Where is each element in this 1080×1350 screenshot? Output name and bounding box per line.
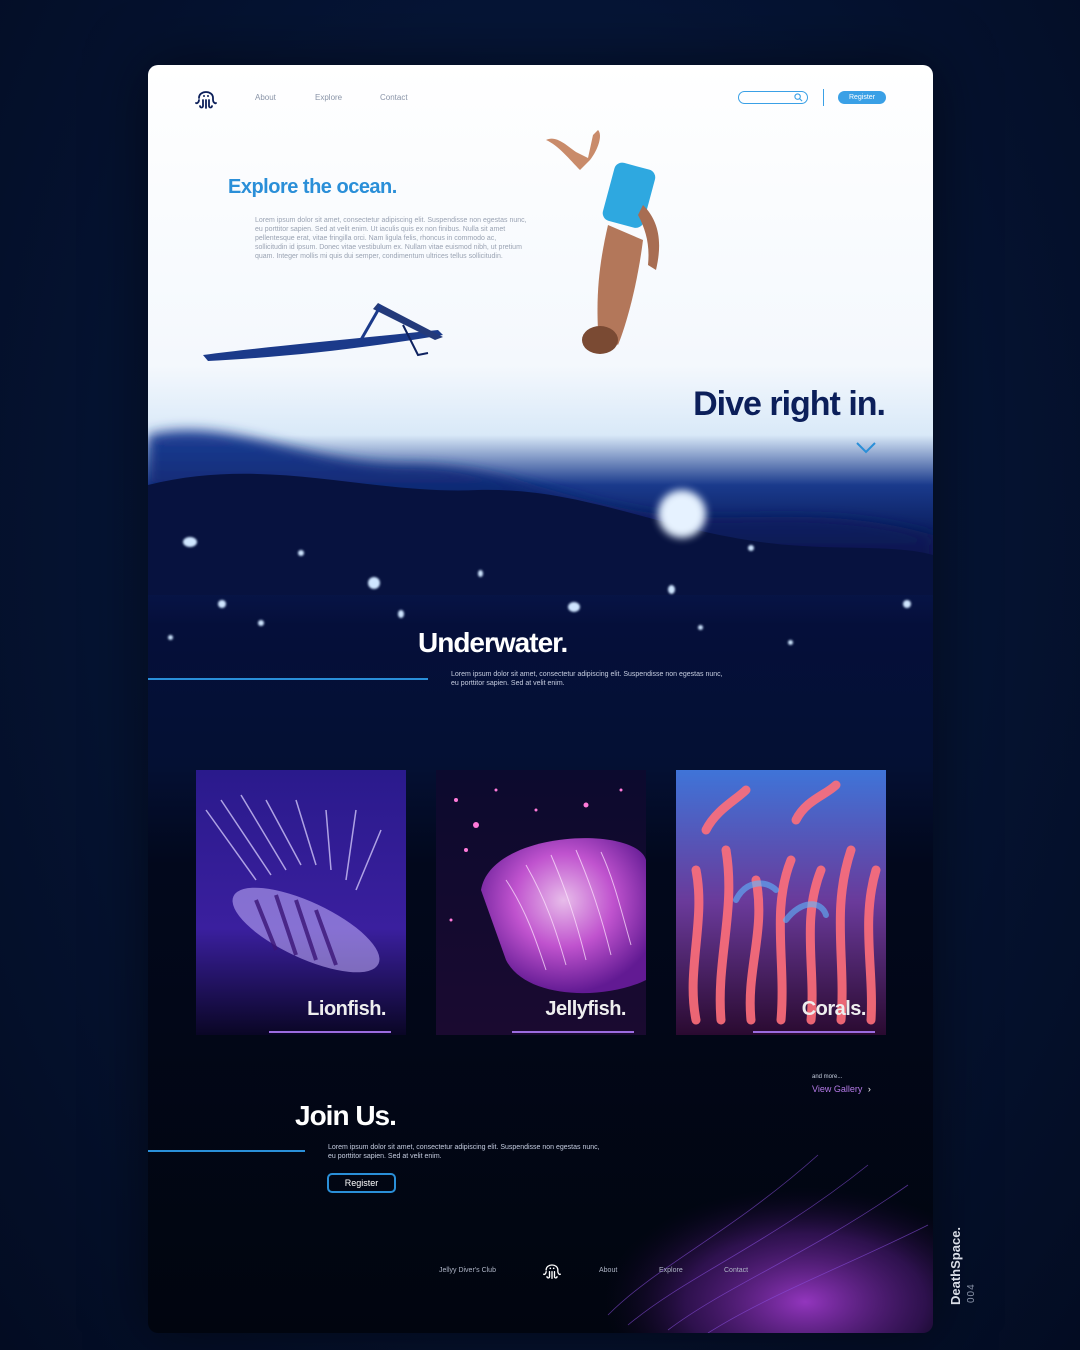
bokeh-dot — [168, 635, 173, 640]
view-gallery-label: View Gallery — [812, 1084, 863, 1094]
bokeh-dot — [568, 602, 580, 612]
top-nav: About Explore Contact Register — [148, 65, 933, 130]
bokeh-dot — [668, 585, 675, 594]
bokeh-dot — [788, 640, 793, 645]
card-label-lionfish: Lionfish. — [307, 998, 386, 1020]
octopus-logo-icon[interactable] — [195, 86, 217, 110]
bokeh-dot — [368, 577, 380, 589]
card-label-jellyfish: Jellyfish. — [545, 998, 626, 1020]
bokeh-dot — [478, 570, 483, 577]
and-more-text: and more... — [812, 1074, 843, 1080]
bokeh-dot — [903, 600, 911, 608]
footer-club-name: Jellyy Diver's Club — [439, 1267, 496, 1274]
card-underline-lionfish — [269, 1031, 391, 1033]
join-title: Join Us. — [295, 1100, 397, 1131]
card-underline-jellyfish — [512, 1031, 634, 1033]
nav-register-button[interactable]: Register — [838, 91, 886, 104]
footer-link-explore[interactable]: Explore — [659, 1267, 683, 1274]
water-surface — [148, 430, 933, 595]
nav-divider — [823, 89, 824, 106]
bokeh-dot — [658, 490, 706, 538]
bokeh-dot — [698, 625, 703, 630]
octopus-logo-icon[interactable] — [542, 1260, 562, 1280]
footer-link-contact[interactable]: Contact — [724, 1267, 748, 1274]
signature-number: 004 — [966, 1283, 977, 1303]
bokeh-dot — [258, 620, 264, 626]
bokeh-dot — [298, 550, 304, 556]
bokeh-dot — [398, 610, 404, 618]
hero-body: Lorem ipsum dolor sit amet, consectetur … — [255, 217, 527, 260]
nav-link-contact[interactable]: Contact — [380, 93, 408, 102]
dive-headline: Dive right in. — [693, 385, 886, 423]
join-body: Lorem ipsum dolor sit amet, consectetur … — [328, 1144, 600, 1160]
jellyfish-image — [436, 770, 646, 1035]
page-frame: About Explore Contact Register Explore t… — [148, 65, 933, 1333]
card-lionfish[interactable]: Lionfish. — [196, 770, 406, 1035]
view-gallery-link[interactable]: View Gallery › — [812, 1084, 871, 1094]
card-jellyfish[interactable]: Jellyfish. — [436, 770, 646, 1035]
bokeh-dot — [748, 545, 754, 551]
card-label-corals: Corals. — [801, 998, 867, 1020]
corals-image — [676, 770, 886, 1035]
search-input[interactable] — [738, 91, 808, 104]
bokeh-dot — [183, 537, 197, 547]
join-accent-line — [148, 1150, 305, 1152]
lionfish-image — [196, 770, 406, 1035]
nav-link-explore[interactable]: Explore — [315, 93, 342, 102]
hero-title: Explore the ocean. — [228, 176, 397, 198]
join-register-button[interactable]: Register — [327, 1173, 396, 1193]
card-underline-corals — [753, 1031, 875, 1033]
chevron-right-icon: › — [867, 1084, 871, 1094]
nav-link-about[interactable]: About — [255, 93, 276, 102]
underwater-body: Lorem ipsum dolor sit amet, consectetur … — [451, 671, 723, 687]
underwater-title: Underwater. — [418, 627, 568, 658]
underwater-accent-line — [148, 678, 428, 680]
footer-link-about[interactable]: About — [599, 1267, 617, 1274]
chevron-down-icon[interactable] — [855, 441, 877, 455]
card-corals[interactable]: Corals. — [676, 770, 886, 1035]
diver-image — [546, 130, 660, 354]
bokeh-dot — [218, 600, 226, 608]
anemone-image — [568, 1125, 933, 1333]
designer-signature: DeathSpace. — [948, 1226, 963, 1305]
windsurf-board-image — [203, 303, 443, 361]
search-icon[interactable] — [794, 93, 803, 102]
